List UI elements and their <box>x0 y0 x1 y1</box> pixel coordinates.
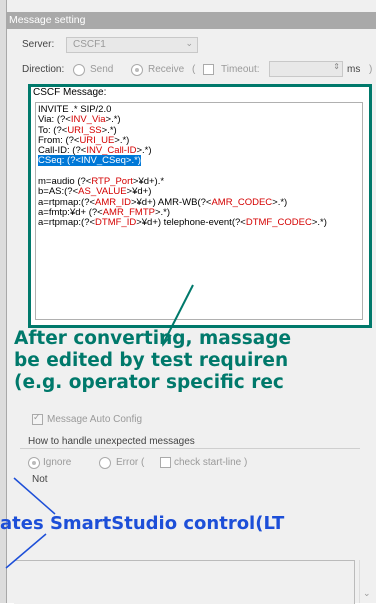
cscf-message-box: CSCF Message: INVITE .* SIP/2.0 Via: (?<I… <box>28 84 372 328</box>
note-label: Not <box>32 474 48 485</box>
timeout-input[interactable]: ⇕ <box>269 61 343 77</box>
server-select[interactable]: CSCF1 ⌄ <box>66 37 198 53</box>
ignore-label: Ignore <box>43 457 72 468</box>
timeout-paren-close: ) <box>369 64 373 75</box>
group-divider <box>20 448 360 449</box>
chevron-down-icon: ⌄ <box>185 38 193 48</box>
message-line: a=rtpmap:(?<DTMF_ID>¥d+) telephone-event… <box>38 217 327 229</box>
callout-line-1: After converting, massage <box>14 328 292 349</box>
ignore-radio[interactable] <box>28 457 40 469</box>
server-label: Server: <box>22 39 55 50</box>
message-code: INVITE .* SIP/2.0 Via: (?<INV_Via>.*) To: … <box>36 103 362 229</box>
dialog-title: Message setting <box>9 14 86 26</box>
auto-config-label: Message Auto Config <box>47 414 143 425</box>
selected-text: CSeq: (?<INV_CSeq>.*) <box>38 155 141 167</box>
message-line: CSeq: (?<INV_CSeq>.*) <box>38 155 362 167</box>
cscf-message-editor[interactable]: INVITE .* SIP/2.0 Via: (?<INV_Via>.*) To: … <box>35 102 363 320</box>
timeout-unit: ms <box>347 64 361 75</box>
check-icon: ✓ <box>33 412 41 422</box>
callout-line-3: (e.g. operator specific rec <box>14 372 284 393</box>
check-start-line-label: check start-line ) <box>174 457 248 468</box>
timeout-paren-open: ( <box>192 64 196 75</box>
cscf-message-label: CSCF Message: <box>33 87 107 98</box>
vertical-scrollbar[interactable]: ⌄ <box>359 560 374 603</box>
bottom-text-area[interactable] <box>14 560 355 604</box>
timeout-label: Timeout: <box>221 64 260 75</box>
receive-label: Receive <box>148 64 185 75</box>
dialog-titlebar: Message setting <box>7 12 376 29</box>
callout-line-2: be edited by test requiren <box>14 350 289 371</box>
receive-radio[interactable] <box>131 64 143 76</box>
timeout-checkbox[interactable] <box>203 64 214 75</box>
spin-arrows-icon[interactable]: ⇕ <box>333 62 340 71</box>
unexpected-label: How to handle unexpected messages <box>28 436 195 447</box>
error-label: Error ( <box>116 457 145 468</box>
caption-text: ates SmartStudio control(LT <box>0 513 285 534</box>
send-radio[interactable] <box>73 64 85 76</box>
callout-text: After converting, massage be edited by t… <box>14 328 376 394</box>
check-start-line-checkbox[interactable] <box>160 457 171 468</box>
direction-label: Direction: <box>22 64 65 75</box>
scroll-down-icon[interactable]: ⌄ <box>363 588 371 599</box>
error-radio[interactable] <box>99 457 111 469</box>
server-value: CSCF1 <box>73 39 106 50</box>
send-label: Send <box>90 64 114 75</box>
auto-config-checkbox[interactable]: ✓ <box>32 412 43 425</box>
